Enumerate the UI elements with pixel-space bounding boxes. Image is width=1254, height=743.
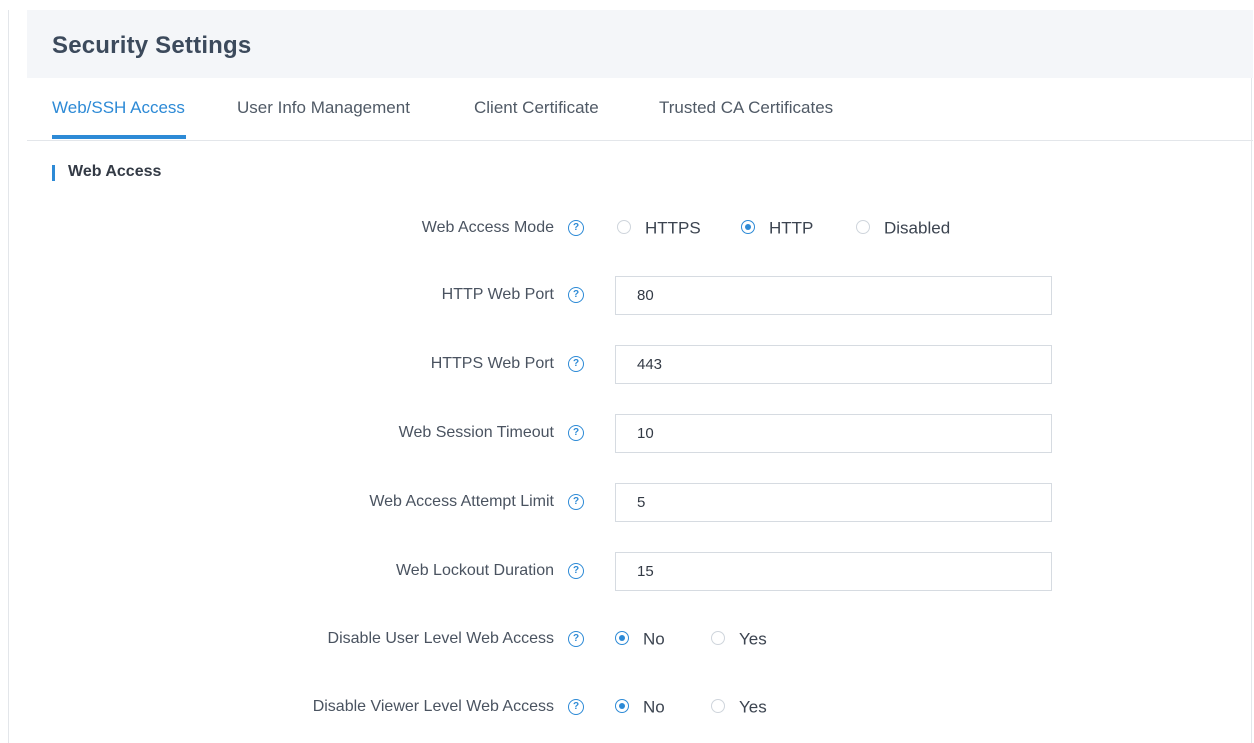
radio-http[interactable]: HTTP — [741, 218, 813, 239]
help-icon[interactable]: ? — [568, 356, 584, 372]
https-web-port-label: HTTPS Web Port — [430, 355, 554, 372]
tab-user-info-management[interactable]: User Info Management — [237, 98, 410, 118]
row-web-access-attempt-limit: Web Access Attempt Limit ? — [9, 483, 1253, 523]
settings-panel: Security Settings Web/SSH Access User In… — [8, 10, 1253, 743]
section-marker — [52, 165, 55, 181]
radio-viewer-level-no[interactable]: No — [615, 697, 665, 718]
https-web-port-input[interactable] — [615, 345, 1052, 384]
web-access-attempt-limit-label: Web Access Attempt Limit — [369, 493, 554, 510]
help-icon[interactable]: ? — [568, 494, 584, 510]
radio-circle-icon — [617, 220, 631, 235]
active-tab-indicator — [52, 135, 186, 139]
row-https-web-port: HTTPS Web Port ? — [9, 345, 1253, 385]
tab-bar: Web/SSH Access User Info Management Clie… — [27, 78, 1253, 141]
row-http-web-port: HTTP Web Port ? — [9, 276, 1253, 316]
help-icon[interactable]: ? — [568, 631, 584, 647]
radio-user-level-yes[interactable]: Yes — [711, 629, 767, 650]
radio-circle-icon — [856, 220, 870, 235]
radio-checked-icon — [615, 699, 629, 714]
radio-checked-icon — [741, 220, 755, 235]
http-web-port-input[interactable] — [615, 276, 1052, 315]
web-access-attempt-limit-input[interactable] — [615, 483, 1052, 522]
help-icon[interactable]: ? — [568, 220, 584, 236]
tab-trusted-ca-certificates[interactable]: Trusted CA Certificates — [659, 98, 833, 118]
radio-disabled[interactable]: Disabled — [856, 218, 950, 239]
page-header: Security Settings — [27, 10, 1253, 78]
row-web-access-mode: Web Access Mode ? HTTPS HTTP Disabled — [9, 209, 1253, 249]
web-lockout-duration-input[interactable] — [615, 552, 1052, 591]
web-access-mode-label: Web Access Mode — [421, 219, 554, 236]
row-web-session-timeout: Web Session Timeout ? — [9, 414, 1253, 454]
help-icon[interactable]: ? — [568, 699, 584, 715]
help-icon[interactable]: ? — [568, 425, 584, 441]
disable-viewer-level-web-access-label: Disable Viewer Level Web Access — [312, 698, 554, 715]
row-disable-viewer-level-web-access: Disable Viewer Level Web Access ? No Yes — [9, 688, 1253, 728]
tab-web-ssh-access[interactable]: Web/SSH Access — [52, 98, 185, 118]
help-icon[interactable]: ? — [568, 563, 584, 579]
tab-client-certificate[interactable]: Client Certificate — [474, 98, 599, 118]
http-web-port-label: HTTP Web Port — [441, 286, 554, 303]
row-disable-user-level-web-access: Disable User Level Web Access ? No Yes — [9, 620, 1253, 660]
web-session-timeout-label: Web Session Timeout — [398, 424, 554, 441]
radio-checked-icon — [615, 631, 629, 646]
help-icon[interactable]: ? — [568, 287, 584, 303]
row-web-lockout-duration: Web Lockout Duration ? — [9, 552, 1253, 592]
web-lockout-duration-label: Web Lockout Duration — [395, 562, 554, 579]
page-title: Security Settings — [52, 32, 252, 59]
disable-user-level-web-access-label: Disable User Level Web Access — [327, 630, 554, 647]
radio-viewer-level-yes[interactable]: Yes — [711, 697, 767, 718]
radio-https[interactable]: HTTPS — [617, 218, 701, 239]
section-title: Web Access — [68, 163, 162, 180]
radio-circle-icon — [711, 699, 725, 714]
radio-circle-icon — [711, 631, 725, 646]
web-session-timeout-input[interactable] — [615, 414, 1052, 453]
radio-user-level-no[interactable]: No — [615, 629, 665, 650]
